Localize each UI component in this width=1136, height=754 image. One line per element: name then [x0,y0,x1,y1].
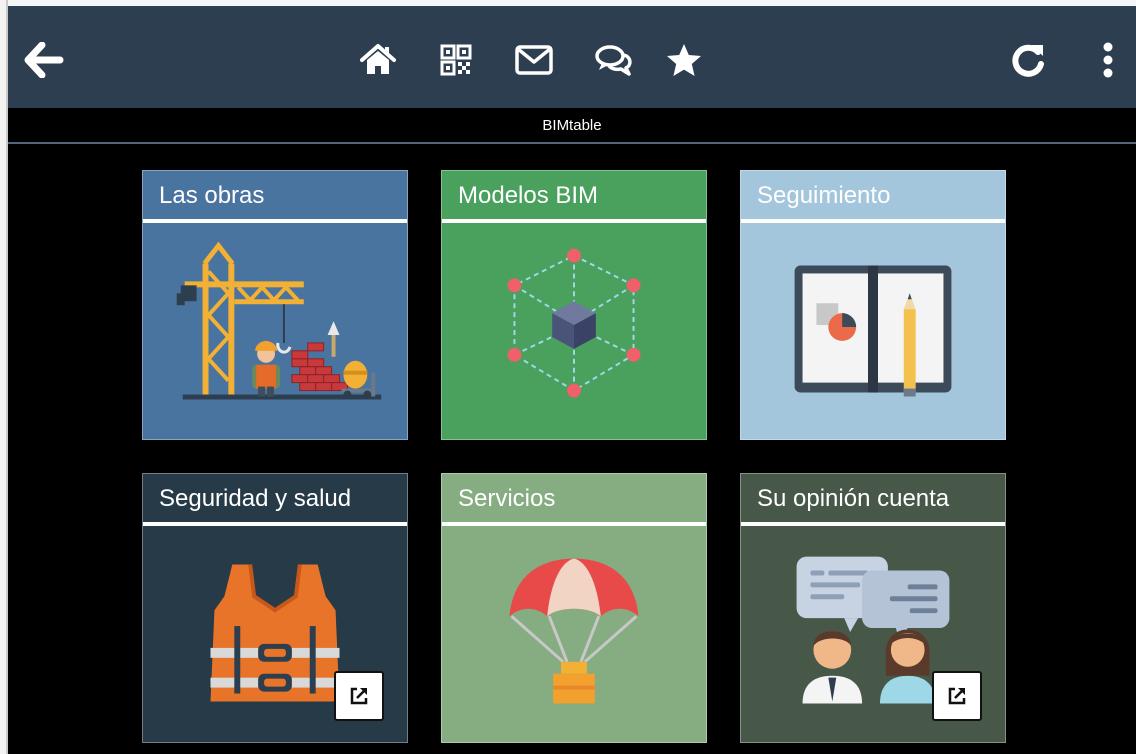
tile-title: Las obras [159,182,265,209]
qr-code-button[interactable] [432,36,480,84]
tile-servicios[interactable]: Servicios [441,473,707,743]
tile-modelos-bim[interactable]: Modelos BIM [441,170,707,440]
home-button[interactable] [354,36,402,84]
external-link-button[interactable] [334,671,384,721]
tile-su-opinion-cuenta[interactable]: Su opinión cuenta [740,473,1006,743]
external-link-icon [948,687,966,705]
parachute-icon [509,558,639,704]
mail-icon [515,45,553,75]
refresh-icon [1012,44,1044,77]
favorites-button[interactable] [660,36,708,84]
tile-seguimiento[interactable]: Seguimiento [740,170,1006,440]
tile-title: Servicios [458,485,556,512]
chat-button[interactable] [590,36,638,84]
star-icon [667,44,701,76]
tile-title: Seguimiento [757,182,891,209]
external-link-icon [350,687,368,705]
tile-title: Modelos BIM [458,182,599,209]
bim-model-cube-icon [507,248,641,398]
more-vertical-icon [1103,42,1113,78]
external-link-button[interactable] [932,671,982,721]
top-toolbar [8,0,1136,108]
app-title: BIMtable [8,108,1136,144]
tile-title: Su opinión cuenta [757,485,950,512]
home-icon [360,44,396,74]
tile-seguridad-y-salud[interactable]: Seguridad y salud [142,473,408,743]
qr-code-icon [440,44,472,76]
mail-button[interactable] [510,36,558,84]
refresh-button[interactable] [1004,36,1052,84]
construction-crane-icon [176,241,382,400]
back-button[interactable] [20,36,68,84]
tracking-notebook-icon [794,265,952,397]
chat-icon [595,45,632,76]
back-arrow-icon [24,42,64,78]
tile-las-obras[interactable]: Las obras [142,170,408,440]
more-options-button[interactable] [1084,36,1132,84]
tile-title: Seguridad y salud [159,485,352,512]
window-frame-left [0,0,8,754]
